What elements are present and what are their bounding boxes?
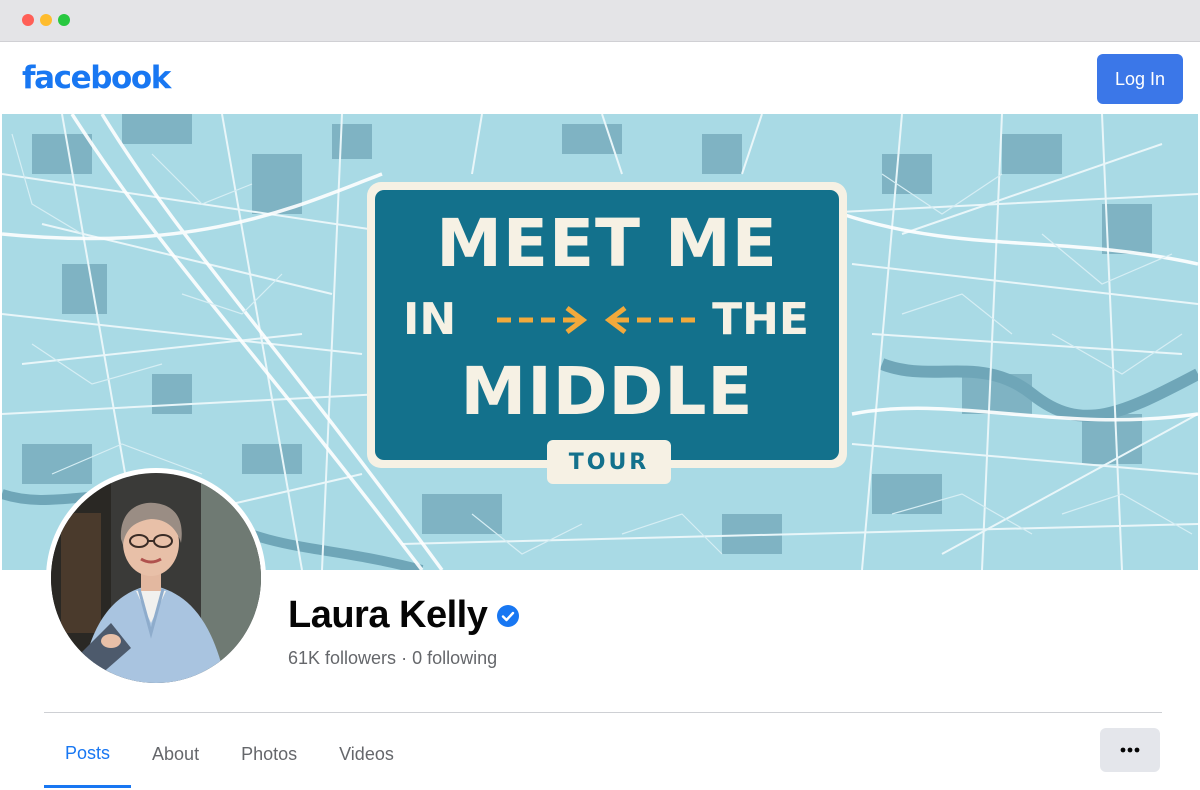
tour-badge: TOUR xyxy=(547,440,671,484)
tour-title-card: MEET ME IN THE MIDDLE TOUR xyxy=(367,182,847,484)
log-in-button[interactable]: Log In xyxy=(1097,54,1183,104)
stats-separator: · xyxy=(396,648,413,668)
profile-divider xyxy=(44,712,1162,713)
following-count[interactable]: 0 following xyxy=(412,648,497,669)
top-bar: facebook Log In xyxy=(2,42,1198,114)
minimize-window-button[interactable] xyxy=(40,14,52,26)
followers-count[interactable]: 61K followers xyxy=(288,648,396,669)
facebook-logo[interactable]: facebook xyxy=(22,60,171,96)
profile-tabs: Posts About Photos Videos xyxy=(44,722,415,790)
profile-name: Laura Kelly xyxy=(288,594,488,636)
profile-name-row: Laura Kelly xyxy=(288,594,520,637)
cover-headline-in: IN xyxy=(403,294,457,345)
follow-stats: 61K followers · 0 following xyxy=(288,648,497,669)
verified-badge-icon xyxy=(497,604,520,627)
window-titlebar xyxy=(0,0,1200,42)
tour-title-panel: MEET ME IN THE MIDDLE xyxy=(375,190,839,460)
more-dots-icon xyxy=(1120,747,1140,753)
cover-headline-line1: MEET ME xyxy=(436,205,778,282)
tab-posts[interactable]: Posts xyxy=(44,722,132,788)
cover-headline-the: THE xyxy=(712,294,809,345)
tab-about[interactable]: About xyxy=(131,722,220,786)
maximize-window-button[interactable] xyxy=(58,14,70,26)
profile-page: facebook Log In MEET ME IN THE MIDDLE TO… xyxy=(2,42,1198,790)
tab-videos[interactable]: Videos xyxy=(318,722,415,786)
more-options-button[interactable] xyxy=(1100,728,1160,772)
avatar xyxy=(51,473,261,683)
profile-picture[interactable] xyxy=(46,468,266,688)
portrait-illustration xyxy=(51,473,261,683)
cover-headline-line3: MIDDLE xyxy=(460,353,754,430)
close-window-button[interactable] xyxy=(22,14,34,26)
tab-photos[interactable]: Photos xyxy=(220,722,318,786)
meeting-arrows-icon xyxy=(497,306,695,334)
